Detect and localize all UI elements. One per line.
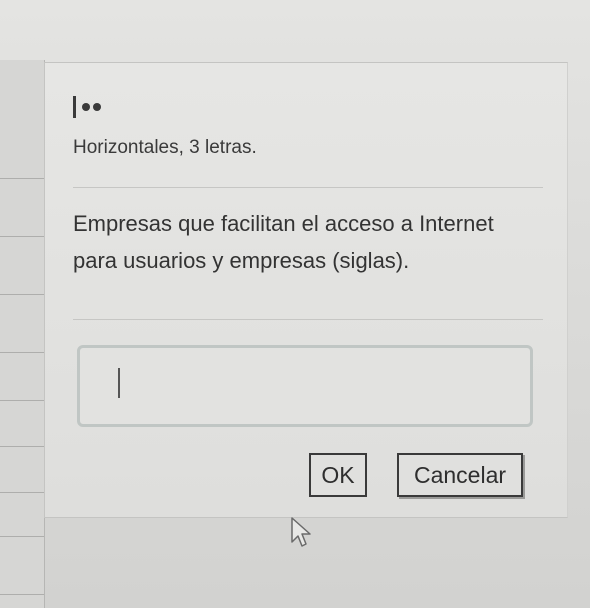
grid-line (0, 294, 44, 295)
divider (73, 187, 543, 188)
ok-button[interactable]: OK (309, 453, 367, 497)
text-caret (118, 368, 120, 398)
clue-number-dot (93, 103, 101, 111)
clue-direction: Horizontales, 3 letras. (73, 137, 257, 158)
divider (73, 319, 543, 320)
background-grid (0, 60, 45, 608)
clue-number-digit: 1 (73, 96, 76, 118)
clue-number: 1 (73, 93, 101, 121)
cancel-button[interactable]: Cancelar (397, 453, 523, 497)
grid-line (0, 536, 44, 537)
grid-line (0, 352, 44, 353)
grid-line (0, 446, 44, 447)
grid-line (0, 492, 44, 493)
grid-line (0, 236, 44, 237)
clue-dialog: 1 Horizontales, 3 letras. Empresas que f… (44, 62, 568, 518)
grid-line (0, 400, 44, 401)
mouse-pointer-icon (291, 517, 311, 547)
grid-line (0, 178, 44, 179)
clue-number-dot (82, 103, 90, 111)
clue-text: Empresas que facilitan el acceso a Inter… (73, 211, 494, 273)
grid-line (0, 594, 44, 595)
answer-input[interactable] (77, 345, 533, 427)
